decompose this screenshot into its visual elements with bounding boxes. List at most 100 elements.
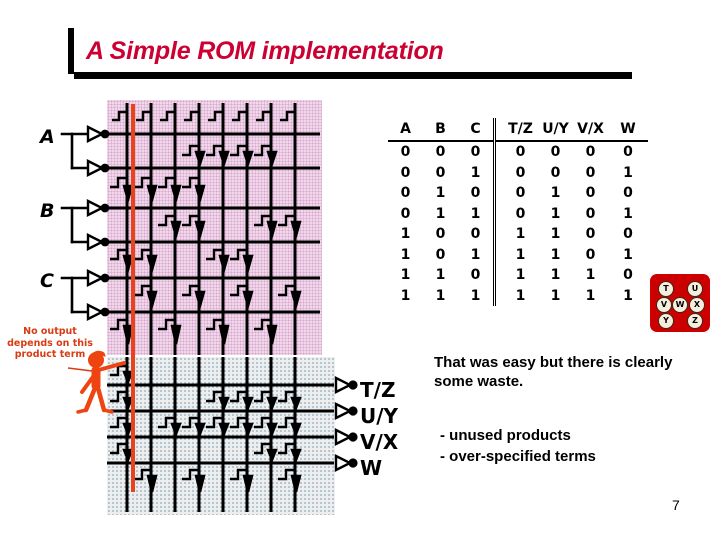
table-cell: 1: [435, 185, 446, 201]
letter-legend-box: T U V W X Y Z: [650, 274, 710, 332]
table-cell: 0: [400, 205, 411, 222]
table-cell: 0: [585, 226, 596, 242]
table-row: 0100100: [388, 183, 648, 204]
table-cell: 1: [550, 226, 561, 242]
table-cell: 0: [470, 144, 481, 160]
output-label-w: W: [360, 456, 383, 480]
bullet-over-specified-terms: - over-specified terms: [440, 448, 596, 465]
table-cell: 1: [585, 267, 596, 283]
and-plane-array: [107, 100, 322, 355]
output-label-tz: T/Z: [360, 378, 396, 402]
table-row: 0010001: [388, 162, 648, 183]
table-cell: 0: [470, 267, 481, 283]
table-cell: 1: [585, 287, 596, 304]
table-cell: 1: [550, 185, 561, 201]
table-cell: 0: [400, 164, 411, 181]
table-cell: 1: [493, 265, 538, 286]
col-header-b: B: [435, 121, 446, 137]
table-header-row: A B C T/Z U/Y V/X W: [388, 118, 648, 141]
col-header-a: A: [400, 121, 411, 137]
table-cell: 0: [585, 185, 596, 201]
table-cell: 0: [470, 185, 481, 201]
table-cell: 1: [493, 224, 538, 245]
bullet-unused-products: - unused products: [440, 427, 571, 444]
table-row: 0000000: [388, 141, 648, 163]
legend-cell-v: V: [656, 297, 672, 313]
table-cell: 1: [550, 287, 561, 304]
table-row: 1001100: [388, 224, 648, 245]
input-label-c: C: [40, 270, 54, 292]
table-cell: 1: [470, 287, 481, 304]
table-cell: 1: [400, 246, 411, 263]
table-cell: 0: [470, 226, 481, 242]
output-buffer-icons: [334, 376, 358, 472]
note-leader-line: [67, 367, 101, 373]
col-header-c: C: [470, 121, 481, 137]
table-cell: 1: [623, 287, 633, 304]
table-cell: 1: [493, 285, 538, 306]
table-row: 1101110: [388, 265, 648, 286]
table-cell: 1: [623, 205, 633, 222]
legend-cell-u: U: [687, 281, 703, 297]
table-cell: 1: [550, 246, 561, 263]
truth-table: A B C T/Z U/Y V/X W 00000000010001010010…: [388, 118, 648, 306]
title-box-shadow: [74, 72, 632, 79]
table-cell: 0: [493, 183, 538, 204]
table-cell: 0: [585, 246, 596, 263]
table-cell: 1: [435, 205, 446, 222]
table-cell: 1: [493, 244, 538, 265]
table-cell: 0: [493, 162, 538, 183]
col-header-vx: V/X: [577, 121, 604, 137]
table-cell: 1: [550, 205, 561, 222]
output-label-uy: U/Y: [360, 404, 399, 428]
table-cell: 1: [550, 267, 561, 283]
page-number: 7: [672, 497, 680, 513]
table-cell: 0: [623, 185, 633, 201]
table-cell: 0: [550, 164, 561, 181]
table-cell: 1: [435, 267, 446, 283]
page-title: A Simple ROM implementation: [86, 37, 444, 65]
table-cell: 0: [585, 164, 596, 181]
legend-cell-z: Z: [687, 313, 703, 329]
table-cell: 0: [493, 141, 538, 163]
table-cell: 0: [435, 164, 446, 181]
table-cell: 1: [623, 246, 633, 263]
table-cell: 1: [435, 287, 446, 304]
table-row: 1111111: [388, 285, 648, 306]
input-label-a: A: [40, 126, 55, 148]
table-cell: 0: [400, 185, 411, 201]
table-cell: 1: [400, 267, 411, 283]
table-cell: 0: [623, 226, 633, 242]
commentary-headline: That was easy but there is clearly some …: [434, 354, 673, 390]
table-cell: 1: [400, 226, 411, 242]
col-header-tz: T/Z: [493, 118, 538, 141]
table-row: 1011101: [388, 244, 648, 265]
or-plane-array: [107, 357, 335, 515]
table-cell: 0: [435, 246, 446, 263]
table-cell: 1: [470, 205, 481, 222]
table-cell: 0: [400, 144, 411, 160]
table-cell: 1: [400, 287, 411, 304]
legend-cell-t: T: [658, 281, 674, 297]
table-cell: 0: [435, 144, 446, 160]
legend-cell-w: W: [672, 297, 688, 313]
table-cell: 0: [493, 203, 538, 224]
commentary-bullets: - unused products - over-specified terms: [440, 425, 710, 467]
table-cell: 0: [435, 226, 446, 242]
table-cell: 0: [550, 144, 561, 160]
table-cell: 0: [623, 144, 633, 160]
legend-cell-x: X: [689, 297, 705, 313]
col-header-uy: U/Y: [542, 121, 569, 137]
col-header-w: W: [620, 121, 636, 137]
table-cell: 0: [623, 267, 633, 283]
table-cell: 0: [585, 205, 596, 222]
table-cell: 1: [470, 164, 481, 181]
input-buffer-icons: [86, 125, 110, 321]
table-row: 0110101: [388, 203, 648, 224]
output-label-vx: V/X: [360, 430, 399, 454]
table-cell: 1: [623, 164, 633, 181]
table-cell: 1: [470, 246, 481, 263]
no-output-note: No output depends on this product term: [7, 326, 93, 360]
input-label-b: B: [40, 200, 55, 222]
table-cell: 0: [585, 144, 596, 160]
